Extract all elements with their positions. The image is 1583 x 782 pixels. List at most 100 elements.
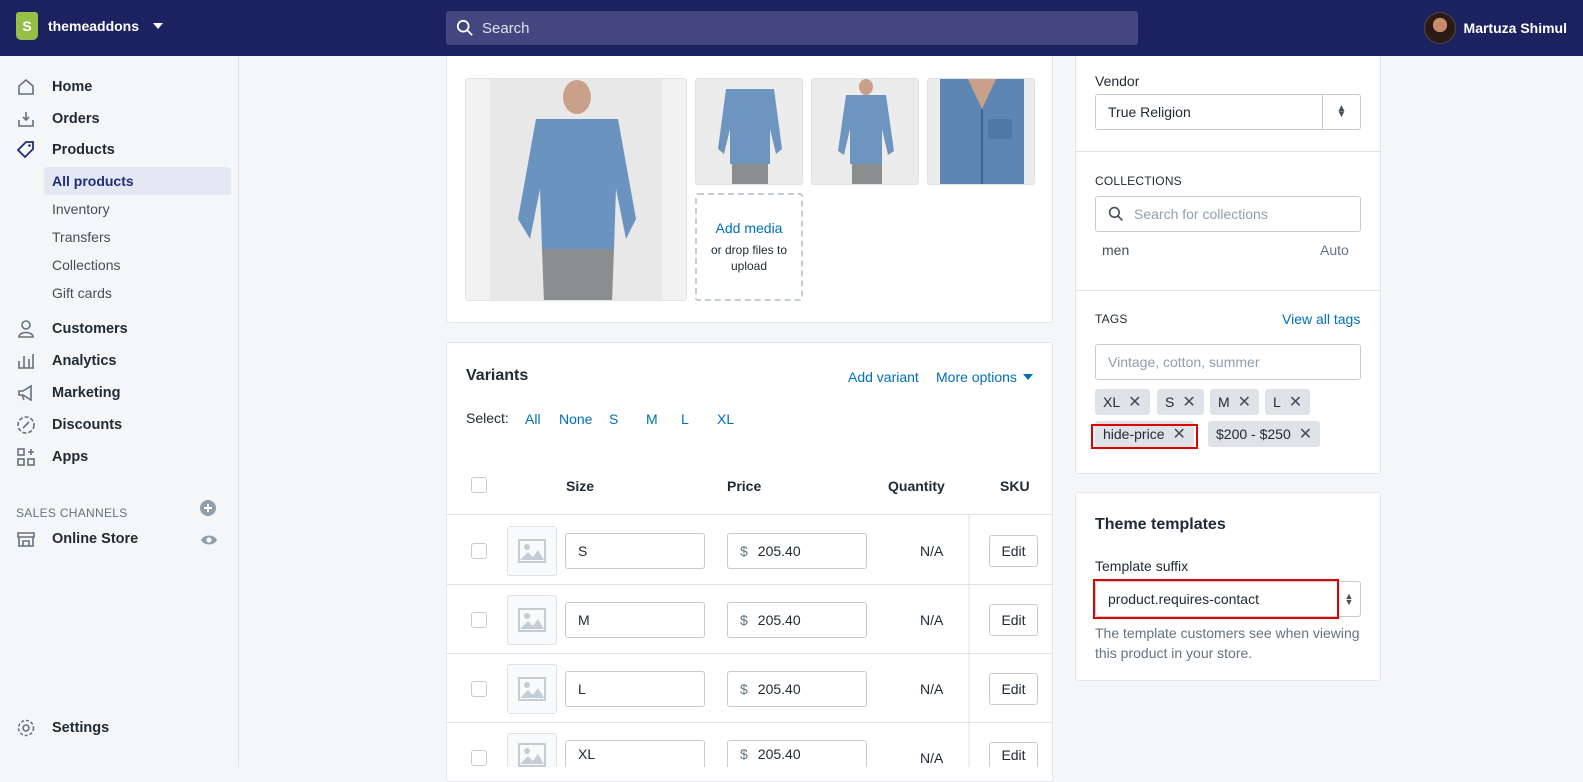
product-image-main[interactable] [465, 78, 687, 301]
price-field[interactable]: $205.40 [727, 740, 867, 767]
currency-symbol: $ [740, 681, 748, 697]
shirt-image [490, 79, 662, 300]
vendor-select[interactable]: True Religion ▲ ▼ [1095, 94, 1361, 130]
sidebar-item-analytics[interactable]: Analytics [16, 348, 116, 374]
row-checkbox[interactable] [471, 750, 487, 766]
sidebar-item-collections[interactable]: Collections [44, 251, 231, 279]
sidebar-item-apps[interactable]: Apps [16, 444, 88, 470]
search-input[interactable]: Search [446, 11, 1138, 45]
select-s-link[interactable]: S [609, 411, 618, 427]
more-options-label: More options [936, 369, 1017, 385]
theme-templates-title: Theme templates [1095, 516, 1226, 533]
sidebar-item-home[interactable]: Home [16, 74, 92, 100]
sidebar-item-settings[interactable]: Settings [16, 715, 109, 741]
sidebar-item-all-products[interactable]: All products [44, 167, 231, 195]
add-variant-link[interactable]: Add variant [848, 369, 919, 385]
price-field[interactable]: $205.40 [727, 602, 867, 638]
drop-files-text: or drop files to upload [710, 243, 788, 273]
select-all-link[interactable]: All [525, 411, 541, 427]
edit-button[interactable]: Edit [989, 535, 1038, 567]
sidebar-item-discounts[interactable]: Discounts [16, 412, 122, 438]
product-image-thumb[interactable] [811, 78, 919, 185]
sidebar-item-online-store[interactable]: Online Store [16, 526, 138, 552]
gear-icon [16, 718, 36, 738]
divider [446, 653, 1052, 654]
variant-image-placeholder[interactable] [507, 595, 557, 645]
image-icon [518, 539, 546, 563]
close-icon[interactable]: ✕ [1289, 392, 1302, 412]
sidebar-item-customers[interactable]: Customers [16, 316, 128, 342]
image-icon [518, 677, 546, 701]
price-field[interactable]: $205.40 [727, 533, 867, 569]
size-field[interactable]: S [565, 533, 705, 569]
shirt-image [708, 79, 792, 184]
product-image-thumb[interactable] [695, 78, 803, 185]
row-checkbox[interactable] [471, 612, 487, 628]
sidebar-item-orders[interactable]: Orders [16, 106, 100, 132]
tag-label: S [1165, 394, 1175, 410]
sidebar-item-label: Customers [52, 321, 128, 337]
price-value: 205.40 [757, 612, 801, 628]
tag-label: L [1273, 394, 1281, 410]
search-placeholder: Search [482, 19, 530, 37]
divider [1076, 151, 1380, 152]
tag-chip: M ✕ [1210, 389, 1260, 415]
edit-button[interactable]: Edit [989, 673, 1038, 705]
row-checkbox[interactable] [471, 543, 487, 559]
shopify-logo-icon: S [16, 12, 38, 40]
image-icon [518, 743, 546, 767]
add-media-dropzone[interactable]: Add media or drop files to upload [695, 193, 803, 301]
select-none-link[interactable]: None [559, 411, 592, 427]
collection-name[interactable]: men [1102, 242, 1129, 258]
close-icon[interactable]: ✕ [1299, 424, 1312, 444]
sidebar-item-gift-cards[interactable]: Gift cards [44, 279, 231, 307]
close-icon[interactable]: ✕ [1182, 392, 1195, 412]
view-all-tags-link[interactable]: View all tags [1282, 311, 1360, 327]
more-options-link[interactable]: More options [936, 369, 1033, 385]
tag-chip: S ✕ [1157, 389, 1204, 415]
chevron-down-icon [153, 23, 164, 29]
product-image-thumb[interactable] [927, 78, 1035, 185]
analytics-icon [16, 351, 36, 371]
tags-input[interactable]: Vintage, cotton, summer [1095, 344, 1361, 380]
store-icon [16, 529, 36, 549]
select-l-link[interactable]: L [681, 411, 689, 427]
sidebar-item-marketing[interactable]: Marketing [16, 380, 121, 406]
user-menu[interactable]: Martuza Shimul [1423, 12, 1567, 44]
sidebar-item-label: Analytics [52, 353, 117, 369]
price-header: Price [727, 478, 762, 494]
collections-search-input[interactable]: Search for collections [1095, 196, 1361, 232]
home-icon [16, 77, 36, 97]
user-name: Martuza Shimul [1463, 20, 1567, 36]
variant-image-placeholder[interactable] [507, 733, 557, 767]
sidebar-item-label: Orders [52, 111, 100, 127]
size-header: Size [566, 478, 595, 494]
sidebar-item-label: Home [52, 79, 93, 95]
edit-button[interactable]: Edit [989, 742, 1038, 767]
close-icon[interactable]: ✕ [1128, 392, 1141, 412]
divider [1076, 290, 1380, 291]
divider [446, 722, 1052, 723]
size-field[interactable]: XL [565, 740, 705, 767]
variant-image-placeholder[interactable] [507, 526, 557, 576]
row-checkbox[interactable] [471, 681, 487, 697]
add-channel-icon[interactable] [200, 500, 216, 519]
edit-button[interactable]: Edit [989, 604, 1038, 636]
size-field[interactable]: M [565, 602, 705, 638]
select-all-checkbox[interactable] [471, 477, 487, 493]
close-icon[interactable]: ✕ [1238, 392, 1251, 412]
select-m-link[interactable]: M [646, 411, 658, 427]
price-value: 205.40 [757, 681, 801, 697]
tag-label: XL [1103, 394, 1121, 410]
tag-chip: $200 - $250 ✕ [1208, 421, 1321, 447]
add-media-link[interactable]: Add media [716, 220, 783, 236]
size-field[interactable]: L [565, 671, 705, 707]
select-xl-link[interactable]: XL [717, 411, 734, 427]
variant-image-placeholder[interactable] [507, 664, 557, 714]
sidebar-item-transfers[interactable]: Transfers [44, 223, 231, 251]
eye-icon[interactable] [200, 533, 218, 550]
sidebar-item-products[interactable]: Products [16, 137, 115, 163]
store-switcher[interactable]: S themeaddons [16, 12, 164, 40]
price-field[interactable]: $205.40 [727, 671, 867, 707]
sidebar-item-inventory[interactable]: Inventory [44, 195, 231, 223]
